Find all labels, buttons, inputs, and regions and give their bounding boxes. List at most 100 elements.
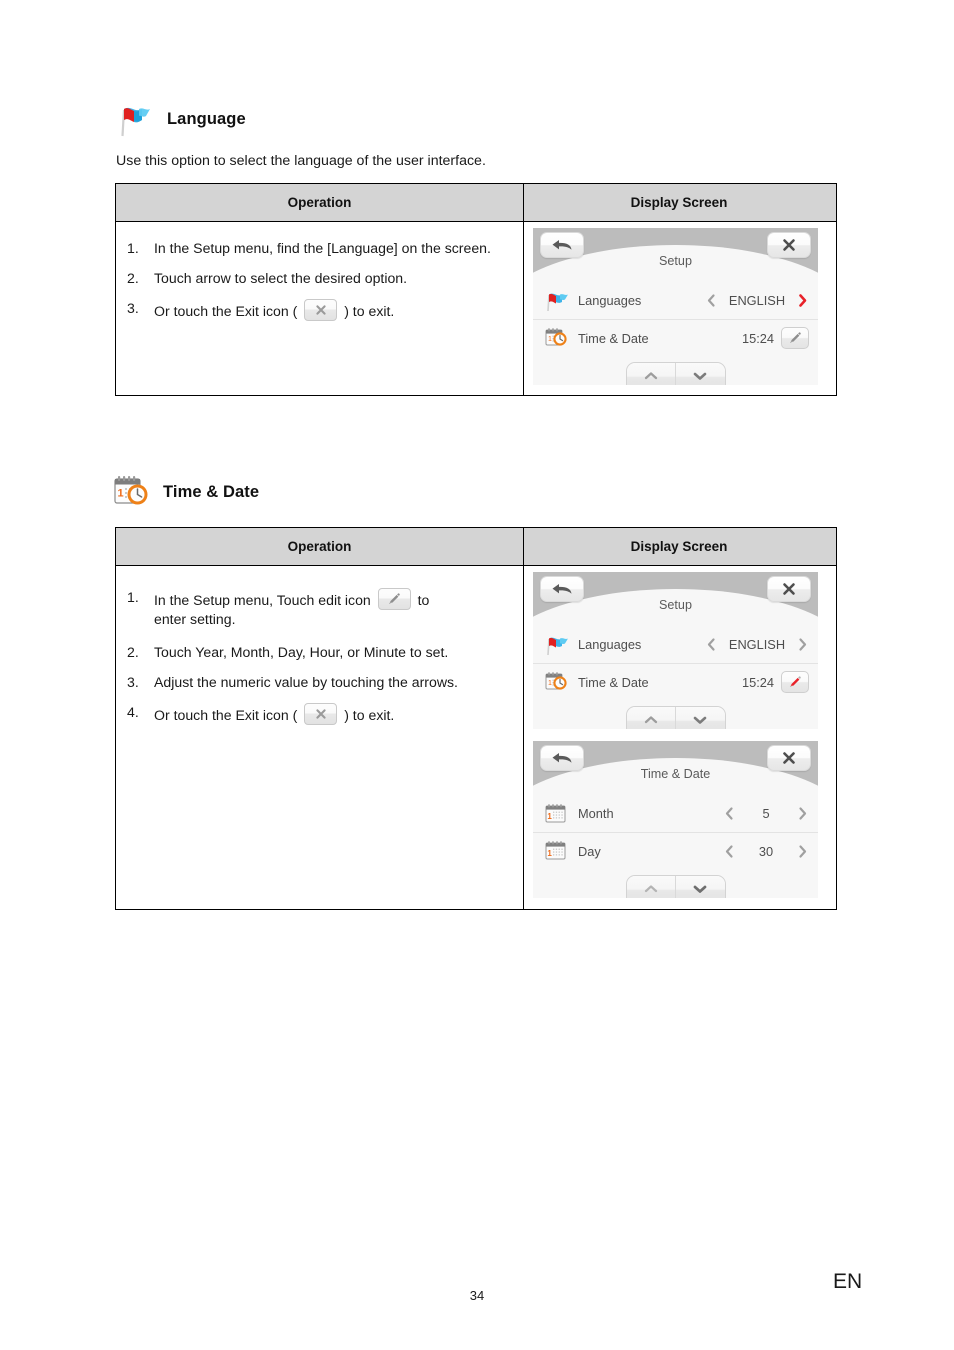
row-value: ENGLISH (728, 293, 786, 308)
chevron-left-icon[interactable] (705, 637, 718, 652)
chevron-right-icon[interactable] (796, 293, 809, 308)
language-table: Operation Display Screen 1. In the Setup… (115, 183, 837, 396)
flag-icon (115, 100, 155, 138)
table-body-row: 1. In the Setup menu, Touch edit icon to… (116, 566, 836, 909)
list-item: 4. Or touch the Exit icon ( ) to exit. (124, 703, 513, 726)
list-item: 1. In the Setup menu, find the [Language… (124, 239, 513, 258)
chevron-right-icon[interactable] (796, 637, 809, 652)
device-screen-setup: Setup Languages ENGLISH 1 Time & Date 15… (533, 228, 818, 385)
stepper-control[interactable]: 30 (723, 844, 809, 859)
step-number: 3. (127, 674, 139, 691)
manual-page: Language Use this option to select the l… (0, 0, 954, 1350)
section-heading-language: Language (115, 100, 246, 138)
chevron-up-icon[interactable] (626, 363, 675, 385)
step-text: Touch arrow to select the desired option… (154, 270, 408, 287)
close-icon (304, 703, 338, 726)
step-text-suffix: to (417, 592, 430, 608)
stepper-control[interactable]: ENGLISH (705, 637, 809, 652)
screen-row-time-date[interactable]: 1 Time & Date 15:24 (533, 663, 818, 700)
page-number: 34 (469, 1288, 485, 1303)
step-number: 1. (127, 240, 139, 256)
screen-row-month[interactable]: 1 Month 5 (533, 795, 818, 832)
up-down-stepper[interactable] (625, 706, 726, 729)
row-label: Month (578, 806, 614, 821)
svg-text:1: 1 (118, 488, 124, 500)
edit-pencil-icon[interactable] (781, 671, 809, 693)
language-code: EN (833, 1270, 863, 1293)
table-header-row: Operation Display Screen (116, 528, 836, 566)
chevron-up-icon[interactable] (626, 707, 675, 729)
chevron-up-icon[interactable] (626, 876, 675, 898)
chevron-down-icon[interactable] (675, 876, 725, 898)
screen-row-time-date[interactable]: 1 Time & Date 15:24 (533, 319, 818, 356)
svg-text:1: 1 (548, 336, 552, 343)
section-heading-time-date: 1 Time & Date (113, 474, 259, 510)
chevron-left-icon[interactable] (723, 806, 736, 821)
step-text: Adjust the numeric value by touching the… (154, 674, 458, 691)
column-header-operation: Operation (116, 528, 524, 565)
step-text: In the Setup menu, find the [Language] o… (154, 240, 491, 256)
column-header-operation: Operation (116, 184, 524, 221)
step-text-suffix: ) to exit. (344, 707, 395, 724)
up-down-stepper[interactable] (625, 875, 726, 898)
flag-icon (544, 633, 570, 657)
section-title: Time & Date (163, 482, 260, 501)
language-intro-text: Use this option to select the language o… (116, 153, 486, 169)
edit-control[interactable]: 15:24 (742, 327, 809, 349)
chevron-right-icon[interactable] (796, 844, 809, 859)
row-value: 15:24 (741, 674, 774, 690)
list-item: 3. Adjust the numeric value by touching … (124, 673, 513, 692)
device-screen-time-date: Time & Date 1 Month 5 1 Day 30 (533, 741, 818, 898)
screen-row-languages[interactable]: Languages ENGLISH (533, 626, 818, 663)
step-number: 4. (127, 704, 139, 721)
row-label: Languages (578, 637, 642, 652)
step-number: 3. (127, 300, 139, 317)
step-text-prefix: Or touch the Exit icon ( (154, 303, 298, 320)
edit-pencil-icon[interactable] (781, 327, 809, 349)
chevron-down-icon[interactable] (675, 707, 725, 729)
row-value: 30 (758, 843, 774, 859)
list-item: 3. Or touch the Exit icon ( ) to exit. (124, 299, 513, 322)
operation-cell: 1. In the Setup menu, Touch edit icon to… (116, 566, 524, 909)
list-item: 2. Touch Year, Month, Day, Hour, or Minu… (124, 643, 513, 662)
chevron-left-icon[interactable] (705, 293, 718, 308)
row-value: ENGLISH (728, 637, 786, 652)
screen-title: Time & Date (640, 767, 711, 781)
column-header-display: Display Screen (630, 195, 728, 210)
chevron-down-icon[interactable] (675, 363, 725, 385)
svg-text:1: 1 (548, 680, 552, 687)
display-screen-cell: Setup Languages ENGLISH 1 Time & Date 15… (524, 566, 834, 909)
row-label: Languages (578, 293, 642, 308)
svg-text:1: 1 (547, 849, 552, 858)
chevron-left-icon[interactable] (723, 844, 736, 859)
step-text-prefix: In the Setup menu, Touch edit icon (154, 592, 371, 608)
operation-steps-list: 1. In the Setup menu, Touch edit icon to… (124, 588, 513, 726)
step-number: 1. (127, 589, 139, 605)
operation-cell: 1. In the Setup menu, find the [Language… (116, 222, 524, 395)
close-icon (304, 299, 338, 322)
screen-title: Setup (659, 598, 692, 612)
stepper-control[interactable]: 5 (723, 806, 809, 821)
row-value: 5 (762, 806, 770, 821)
step-number: 2. (127, 644, 139, 661)
row-label: Time & Date (578, 674, 649, 690)
screen-row-day[interactable]: 1 Day 30 (533, 832, 818, 869)
column-header-display: Display Screen (630, 539, 728, 554)
edit-pencil-icon (377, 588, 411, 610)
calendar-clock-icon: 1 (544, 326, 570, 350)
chevron-right-icon[interactable] (796, 806, 809, 821)
row-label: Time & Date (578, 330, 649, 346)
device-screen-setup: Setup Languages ENGLISH 1 Time & Date 15… (533, 572, 818, 729)
edit-control[interactable]: 15:24 (742, 671, 809, 693)
time-date-table: Operation Display Screen 1. In the Setup… (115, 527, 837, 910)
display-screen-cell: Setup Languages ENGLISH 1 Time & Date 15… (524, 222, 834, 395)
step-text: Touch Year, Month, Day, Hour, or Minute … (154, 644, 449, 661)
step-text-line2: enter setting. (154, 611, 236, 628)
screen-row-languages[interactable]: Languages ENGLISH (533, 282, 818, 319)
up-down-stepper[interactable] (625, 362, 726, 385)
flag-icon (544, 289, 570, 313)
stepper-control[interactable]: ENGLISH (705, 293, 809, 308)
svg-text:1: 1 (547, 812, 552, 821)
calendar-icon: 1 (544, 802, 570, 826)
row-value: 15:24 (741, 330, 774, 346)
